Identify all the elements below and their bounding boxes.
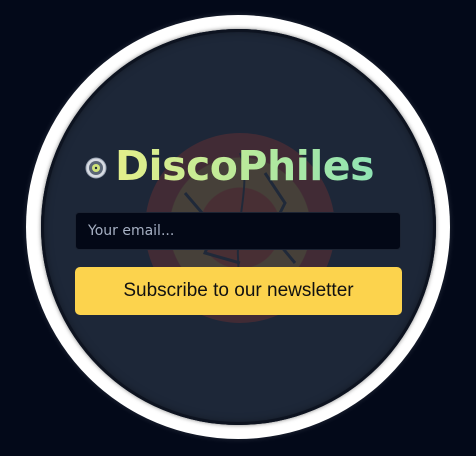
email-input[interactable]: [75, 212, 401, 250]
newsletter-widget: DiscoPhiles Subscribe to our newsletter: [0, 0, 476, 456]
brand: DiscoPhiles: [85, 140, 375, 192]
subscribe-button[interactable]: Subscribe to our newsletter: [75, 267, 402, 315]
vinyl-record-icon: [85, 157, 107, 179]
brand-title: DiscoPhiles: [115, 142, 375, 190]
